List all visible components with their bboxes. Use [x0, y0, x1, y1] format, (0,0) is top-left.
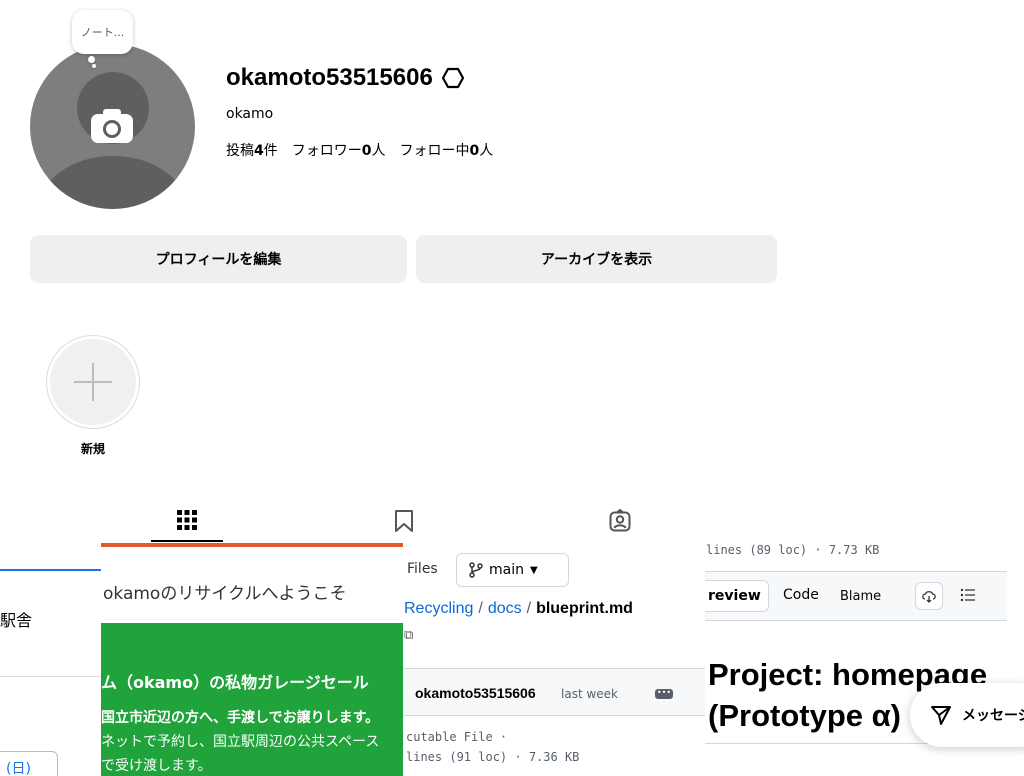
- note-bubble-tail: [88, 56, 95, 63]
- send-icon: [931, 706, 951, 725]
- post-tile-2[interactable]: okamoのリサイクルへようこそ ム（okamo）の私物ガレージセール 国立市近…: [101, 543, 403, 776]
- copy-path-icon: ⧉: [404, 628, 414, 643]
- crumb-repo: Recycling: [404, 600, 474, 617]
- banner-line: ム（okamo）の私物ガレージセール: [101, 673, 369, 692]
- branch-icon: [469, 562, 483, 578]
- banner-line: で受け渡します。: [101, 758, 212, 774]
- avatar[interactable]: [30, 44, 195, 209]
- followers-stat[interactable]: フォロワー0人: [292, 140, 386, 160]
- blame-label: Blame: [840, 588, 882, 604]
- post-tile-1[interactable]: 駅舎 (日): [0, 543, 101, 776]
- new-highlight-label: 新規: [80, 442, 105, 456]
- tile-green-banner: ム（okamo）の私物ガレージセール 国立市近辺の方へ、手渡しでお譲りします。 …: [101, 623, 403, 776]
- note-bubble[interactable]: ノート...: [72, 10, 133, 54]
- breadcrumb: Recycling / docs / blueprint.md: [404, 600, 633, 617]
- markdown-heading: (Prototype α): [708, 698, 901, 733]
- divider: [0, 676, 101, 677]
- plus-icon: [74, 363, 112, 401]
- note-bubble-tail-small: [92, 64, 96, 68]
- tab-posts[interactable]: [151, 500, 223, 542]
- file-mode: cutable File ·: [406, 730, 508, 744]
- camera-icon: [91, 109, 133, 143]
- tile-day-chip: (日): [0, 751, 58, 776]
- crumb-file: blueprint.md: [536, 600, 633, 617]
- crumb-dir: docs: [487, 600, 522, 617]
- list-icon: [960, 587, 976, 606]
- note-text: ノート...: [80, 26, 125, 39]
- profile-username: okamoto53515606: [226, 64, 433, 91]
- profile-header: okamoto53515606: [226, 64, 465, 92]
- files-label: Files: [407, 561, 438, 577]
- banner-line: 国立市近辺の方へ、手渡しでお譲りします。: [101, 710, 380, 726]
- post-tile-3[interactable]: Files main ▼ Recycling / docs / blueprint.md…: [403, 543, 705, 776]
- commit-time: last week: [561, 687, 618, 701]
- code-tab: Code: [783, 587, 819, 603]
- settings-icon[interactable]: [441, 66, 465, 90]
- download-icon: [915, 582, 943, 610]
- banner-line: ネットで予約し、国立駅周辺の公共スペース: [101, 734, 380, 750]
- tab-tagged[interactable]: [584, 500, 656, 542]
- file-toolbar: review Code Blame: [705, 571, 1007, 621]
- commit-bar: okamoto53515606 last week •••: [403, 668, 705, 716]
- grid-icon: [177, 510, 197, 530]
- file-lines: lines (91 loc) · 7.36 KB: [406, 750, 580, 764]
- tile-accent-bar: [101, 543, 403, 547]
- posts-stat: 投稿4件: [226, 143, 278, 159]
- bookmark-icon: [395, 510, 413, 532]
- view-archive-button[interactable]: アーカイブを表示: [416, 235, 777, 283]
- messages-button[interactable]: メッセージ: [910, 683, 1024, 747]
- tile-station-text: 駅舎: [0, 611, 33, 630]
- branch-selector: main ▼: [456, 553, 569, 587]
- preview-tab: review: [705, 580, 769, 612]
- caret-down-icon: ▼: [529, 564, 538, 576]
- profile-stats: 投稿4件 フォロワー0人 フォロー中0人: [226, 140, 493, 160]
- file-lines: lines (89 loc) · 7.73 KB: [706, 543, 880, 557]
- tile-welcome-title: okamoのリサイクルへようこそ: [103, 584, 347, 604]
- profile-display-name: okamo: [226, 106, 274, 122]
- tab-saved[interactable]: [368, 500, 440, 542]
- following-stat[interactable]: フォロー中0人: [400, 140, 494, 160]
- edit-profile-button[interactable]: プロフィールを編集: [30, 235, 407, 283]
- avatar-placeholder-body: [38, 156, 188, 209]
- messages-label: メッセージ: [962, 708, 1024, 724]
- tile-search-bar: [0, 543, 101, 571]
- commit-author: okamoto53515606: [415, 685, 536, 701]
- tagged-user-icon: [609, 509, 631, 532]
- new-highlight-button[interactable]: [46, 335, 140, 429]
- more-icon: •••: [655, 688, 673, 699]
- branch-name: main: [489, 562, 524, 578]
